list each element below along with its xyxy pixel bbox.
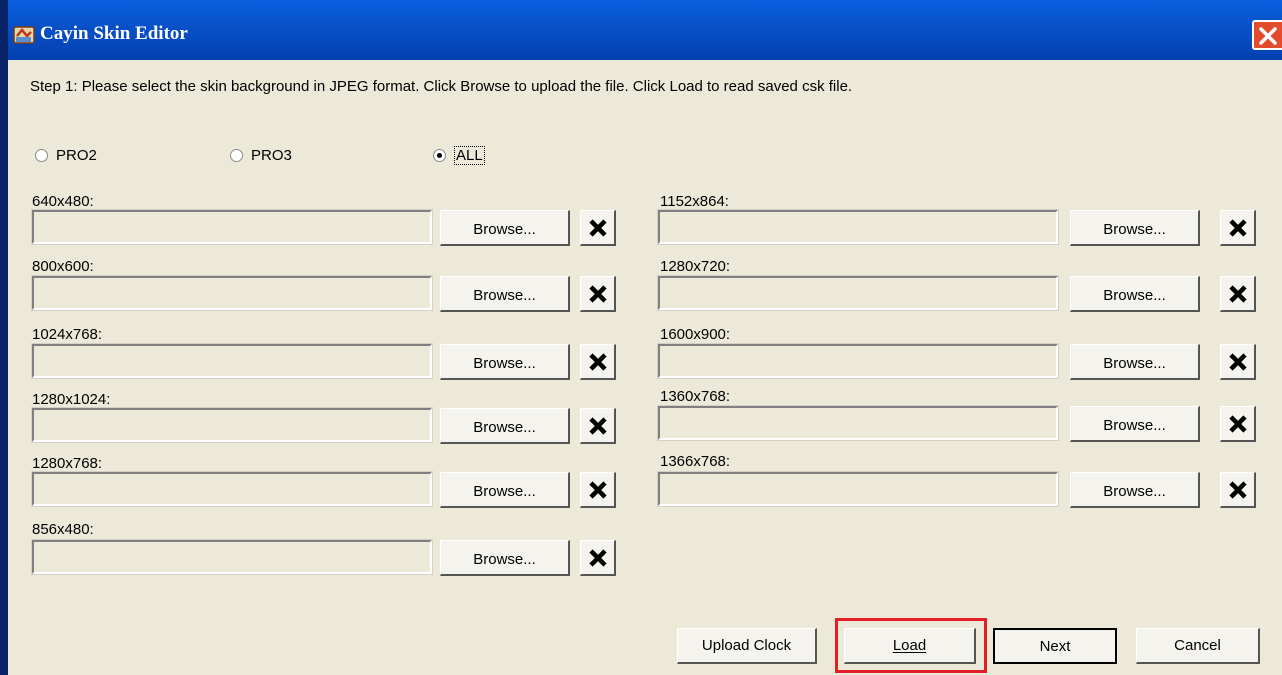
app-icon bbox=[13, 26, 35, 44]
radio-pro3[interactable]: PRO3 bbox=[230, 145, 292, 165]
dialog-content: Step 1: Please select the skin backgroun… bbox=[8, 60, 1282, 675]
clear-button-856x480[interactable] bbox=[580, 540, 616, 576]
browse-button-1600x900[interactable]: Browse... bbox=[1070, 344, 1200, 380]
radio-label: PRO2 bbox=[56, 146, 97, 164]
path-field-1280x768[interactable] bbox=[31, 471, 433, 507]
clear-x-icon bbox=[1229, 481, 1247, 499]
path-field-640x480[interactable] bbox=[31, 209, 433, 245]
clear-button-1366x768[interactable] bbox=[1220, 472, 1256, 508]
res-label-1360x768: 1360x768: bbox=[660, 388, 731, 405]
path-field-856x480[interactable] bbox=[31, 539, 433, 575]
window-left-border bbox=[0, 0, 8, 675]
res-label-1600x900: 1600x900: bbox=[660, 326, 731, 343]
browse-button-1024x768[interactable]: Browse... bbox=[440, 344, 570, 380]
radio-label: PRO3 bbox=[251, 146, 292, 164]
window-title: Cayin Skin Editor bbox=[40, 23, 188, 44]
clear-button-800x600[interactable] bbox=[580, 276, 616, 312]
browse-button-1280x1024[interactable]: Browse... bbox=[440, 408, 570, 444]
radio-circle[interactable] bbox=[35, 148, 48, 162]
res-label-1024x768: 1024x768: bbox=[32, 326, 103, 343]
clear-button-1280x720[interactable] bbox=[1220, 276, 1256, 312]
path-field-1280x720[interactable] bbox=[657, 275, 1059, 311]
radio-label: ALL bbox=[454, 145, 485, 165]
path-field-1280x1024[interactable] bbox=[31, 407, 433, 443]
path-field-1152x864[interactable] bbox=[657, 209, 1059, 245]
clear-x-icon bbox=[589, 481, 607, 499]
clear-x-icon bbox=[589, 285, 607, 303]
next-label: Next bbox=[1039, 637, 1071, 655]
res-label-800x600: 800x600: bbox=[32, 258, 94, 275]
res-label-1280x1024: 1280x1024: bbox=[32, 391, 111, 408]
res-label-1280x720: 1280x720: bbox=[660, 258, 731, 275]
clear-x-icon bbox=[589, 353, 607, 371]
path-field-1360x768[interactable] bbox=[657, 405, 1059, 441]
clear-x-icon bbox=[589, 549, 607, 567]
close-button[interactable] bbox=[1252, 20, 1282, 50]
clear-x-icon bbox=[1229, 219, 1247, 237]
res-label-1280x768: 1280x768: bbox=[32, 455, 103, 472]
path-field-800x600[interactable] bbox=[31, 275, 433, 311]
clear-button-640x480[interactable] bbox=[580, 210, 616, 246]
clear-x-icon bbox=[1229, 353, 1247, 371]
clear-button-1360x768[interactable] bbox=[1220, 406, 1256, 442]
upload-clock-button[interactable]: Upload Clock bbox=[677, 628, 817, 664]
path-field-1366x768[interactable] bbox=[657, 471, 1059, 507]
browse-button-1360x768[interactable]: Browse... bbox=[1070, 406, 1200, 442]
browse-button-1366x768[interactable]: Browse... bbox=[1070, 472, 1200, 508]
res-label-1366x768: 1366x768: bbox=[660, 453, 731, 470]
skin-editor-window: Cayin Skin Editor Step 1: Please select … bbox=[0, 0, 1282, 675]
browse-button-640x480[interactable]: Browse... bbox=[440, 210, 570, 246]
clear-button-1600x900[interactable] bbox=[1220, 344, 1256, 380]
radio-circle[interactable] bbox=[230, 148, 243, 162]
clear-x-icon bbox=[1229, 285, 1247, 303]
clear-button-1280x1024[interactable] bbox=[580, 408, 616, 444]
browse-button-1280x768[interactable]: Browse... bbox=[440, 472, 570, 508]
radio-pro2[interactable]: PRO2 bbox=[35, 145, 97, 165]
clear-button-1024x768[interactable] bbox=[580, 344, 616, 380]
load-highlight-annotation bbox=[835, 618, 987, 673]
res-label-856x480: 856x480: bbox=[32, 521, 94, 538]
radio-all[interactable]: ALL bbox=[433, 145, 485, 165]
browse-button-800x600[interactable]: Browse... bbox=[440, 276, 570, 312]
next-button[interactable]: Next bbox=[993, 628, 1117, 664]
res-label-640x480: 640x480: bbox=[32, 193, 94, 210]
res-label-1152x864: 1152x864: bbox=[660, 193, 729, 210]
browse-button-1152x864[interactable]: Browse... bbox=[1070, 210, 1200, 246]
clear-x-icon bbox=[589, 417, 607, 435]
radio-circle-checked[interactable] bbox=[433, 148, 446, 162]
clear-x-icon bbox=[1229, 415, 1247, 433]
path-field-1024x768[interactable] bbox=[31, 343, 433, 379]
browse-button-856x480[interactable]: Browse... bbox=[440, 540, 570, 576]
close-icon bbox=[1259, 27, 1277, 45]
clear-button-1280x768[interactable] bbox=[580, 472, 616, 508]
clear-button-1152x864[interactable] bbox=[1220, 210, 1256, 246]
browse-button-1280x720[interactable]: Browse... bbox=[1070, 276, 1200, 312]
cancel-button[interactable]: Cancel bbox=[1136, 628, 1260, 664]
title-bar[interactable]: Cayin Skin Editor bbox=[0, 0, 1282, 60]
step-instructions: Step 1: Please select the skin backgroun… bbox=[30, 78, 853, 95]
path-field-1600x900[interactable] bbox=[657, 343, 1059, 379]
clear-x-icon bbox=[589, 219, 607, 237]
